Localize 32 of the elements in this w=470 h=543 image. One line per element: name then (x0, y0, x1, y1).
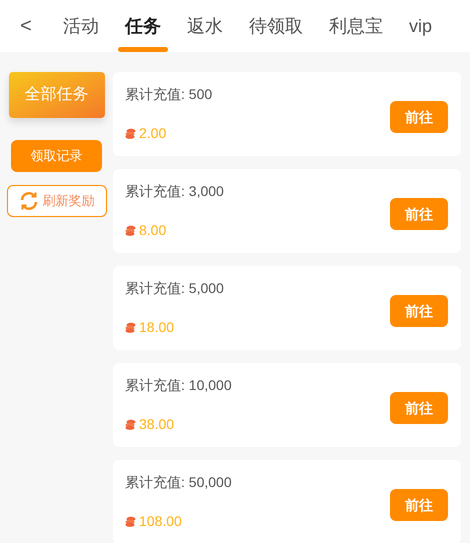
reward-amount: 18.00 (139, 318, 174, 337)
task-title: 累计充值: 10,000 (125, 376, 232, 395)
reward-amount: 38.00 (139, 415, 174, 434)
coins-icon (125, 225, 136, 236)
go-button[interactable]: 前往 (390, 489, 448, 521)
tab[interactable]: 待领取 (236, 0, 316, 52)
refresh-button[interactable]: 刷新奖励 (6, 185, 106, 217)
coins-icon (125, 128, 136, 139)
tab[interactable]: 返水 (174, 0, 236, 52)
reward-amount: 2.00 (139, 124, 166, 143)
tab[interactable]: vip (396, 0, 446, 52)
tab[interactable]: 利息宝 (316, 0, 396, 52)
go-button[interactable]: 前往 (390, 295, 448, 327)
coins-icon (125, 322, 136, 333)
tab-indicator (118, 47, 168, 52)
category-item[interactable]: 全部任务 (8, 72, 104, 118)
reward-amount: 108.00 (139, 512, 182, 531)
reward-amount: 8.00 (139, 221, 166, 240)
task-title: 累计充值: 5,000 (125, 279, 224, 298)
coins-icon (125, 419, 136, 430)
task-title: 累计充值: 50,000 (125, 473, 232, 492)
task-title: 累计充值: 500 (125, 85, 212, 104)
back-button[interactable]: < (14, 16, 38, 36)
tab[interactable]: 任务 (112, 0, 174, 52)
task-title: 累计充值: 3,000 (125, 182, 224, 201)
coins-icon (125, 516, 136, 527)
go-button[interactable]: 前往 (390, 198, 448, 230)
go-button[interactable]: 前往 (390, 392, 448, 424)
history-button[interactable]: 领取记录 (11, 140, 102, 172)
tab[interactable]: 活动 (50, 0, 112, 52)
go-button[interactable]: 前往 (390, 101, 448, 133)
refresh-icon (18, 191, 38, 211)
